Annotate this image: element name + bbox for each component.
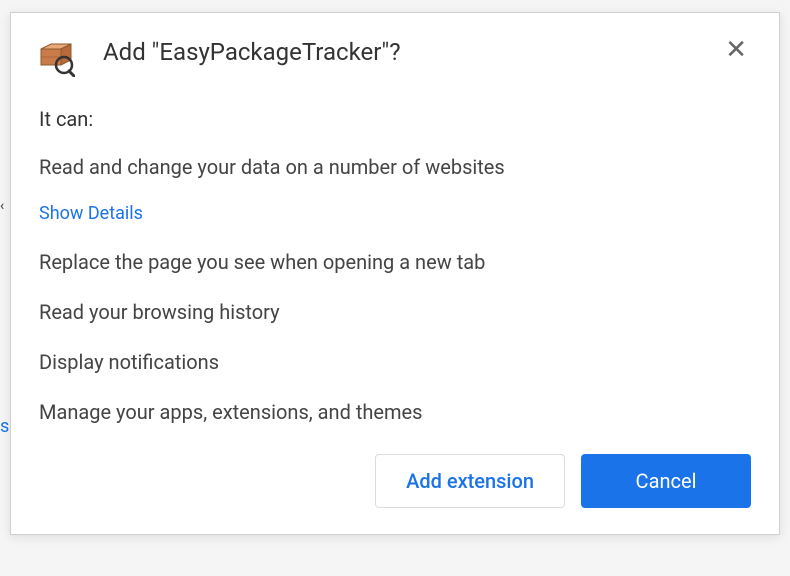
- dialog-header: Add "EasyPackageTracker"? ✕: [39, 37, 751, 77]
- permission-item: Read and change your data on a number of…: [39, 153, 751, 181]
- permission-item: Replace the page you see when opening a …: [39, 248, 751, 276]
- permission-item: Read your browsing history: [39, 298, 751, 326]
- background-text-fragment: s: [0, 416, 9, 437]
- cancel-button[interactable]: Cancel: [581, 454, 751, 508]
- background-arrow: ‹: [0, 198, 4, 214]
- permission-item: Manage your apps, extensions, and themes: [39, 398, 751, 426]
- close-icon[interactable]: ✕: [721, 37, 751, 63]
- dialog-actions: Add extension Cancel: [39, 454, 751, 508]
- extension-icon: [39, 41, 75, 77]
- permissions-intro: It can:: [39, 107, 751, 131]
- dialog-title: Add "EasyPackageTracker"?: [103, 37, 721, 68]
- show-details-link[interactable]: Show Details: [39, 203, 143, 224]
- add-extension-button[interactable]: Add extension: [375, 454, 565, 508]
- permission-item: Display notifications: [39, 348, 751, 376]
- extension-install-dialog: Add "EasyPackageTracker"? ✕ It can: Read…: [10, 12, 780, 535]
